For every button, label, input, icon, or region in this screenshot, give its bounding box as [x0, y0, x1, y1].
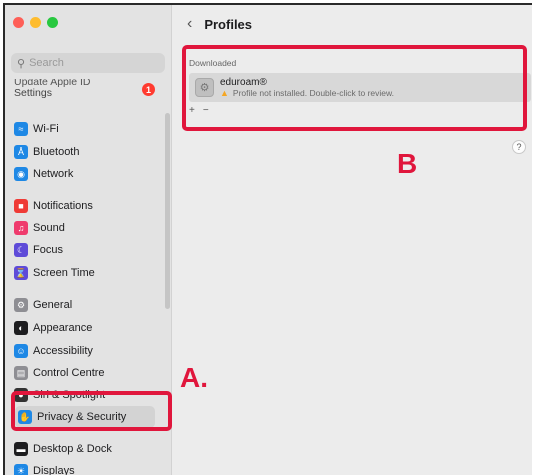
dock-icon: ▬ — [14, 442, 28, 456]
hourglass-icon: ⌛ — [14, 266, 28, 280]
notification-badge: 1 — [142, 83, 155, 96]
sidebar-item-label: Desktop & Dock — [33, 443, 112, 455]
control-centre-icon: ▤ — [14, 366, 28, 380]
sidebar-item-label: Network — [33, 168, 74, 180]
apple-id-update-subtitle: Settings — [14, 87, 52, 99]
wifi-icon: ≈ — [14, 122, 28, 136]
sidebar-scrollbar[interactable] — [165, 113, 170, 309]
close-button[interactable] — [13, 17, 24, 28]
sidebar-item-label: Sound — [33, 222, 65, 234]
sidebar-item-focus[interactable]: ☾ Focus — [14, 240, 63, 260]
sidebar-item-label: Appearance — [33, 322, 93, 334]
sidebar-item-wifi[interactable]: ≈ Wi-Fi — [14, 119, 59, 139]
sidebar-item-control-centre[interactable]: ▤ Control Centre — [14, 363, 105, 383]
sidebar-item-label: Accessibility — [33, 345, 93, 357]
annotation-label-b: B — [397, 148, 418, 179]
window-controls — [13, 17, 58, 28]
appearance-icon: ◐ — [14, 321, 28, 335]
apple-id-update-title: Update Apple ID — [14, 79, 91, 87]
sidebar-item-label: General — [33, 299, 73, 311]
bell-icon: ■ — [14, 199, 28, 213]
sidebar-item-label: Displays — [33, 465, 75, 475]
sidebar-item-screen-time[interactable]: ⌛ Screen Time — [14, 263, 95, 283]
search-input[interactable] — [29, 57, 160, 69]
sidebar-item-appearance[interactable]: ◐ Appearance — [14, 318, 92, 338]
zoom-button[interactable] — [47, 17, 58, 28]
speaker-icon: ♫ — [14, 221, 28, 235]
sidebar-item-sound[interactable]: ♫ Sound — [14, 218, 65, 238]
annotation-label-a: A. — [180, 362, 208, 393]
bluetooth-icon: Å — [14, 145, 28, 159]
annotation-box-b — [182, 45, 527, 131]
minimize-button[interactable] — [30, 17, 41, 28]
sun-icon: ☀ — [14, 464, 28, 475]
sidebar-item-label: Focus — [33, 244, 63, 256]
sidebar-item-bluetooth[interactable]: Å Bluetooth — [14, 142, 79, 162]
sidebar-item-network[interactable]: ◉ Network — [14, 164, 73, 184]
help-button[interactable]: ? — [512, 140, 526, 154]
titlebar: ‹ Profiles — [173, 5, 532, 43]
sidebar-item-notifications[interactable]: ■ Notifications — [14, 196, 93, 216]
sidebar-item-label: Notifications — [33, 200, 93, 212]
accessibility-icon: ☺ — [14, 344, 28, 358]
sidebar-item-label: Wi-Fi — [33, 123, 59, 135]
sidebar-item-displays[interactable]: ☀ Displays — [14, 461, 75, 475]
search-icon: ⚲ — [17, 57, 26, 70]
sidebar-item-label: Control Centre — [33, 367, 105, 379]
sidebar-item-accessibility[interactable]: ☺ Accessibility — [14, 341, 93, 361]
annotation-box-a — [11, 391, 172, 431]
gear-icon: ⚙ — [14, 298, 28, 312]
sidebar-item-label: Bluetooth — [33, 146, 80, 158]
moon-icon: ☾ — [14, 243, 28, 257]
search-field[interactable]: ⚲ — [11, 53, 165, 73]
globe-icon: ◉ — [14, 167, 28, 181]
sidebar-item-label: Screen Time — [33, 267, 95, 279]
back-icon[interactable]: ‹ — [187, 15, 192, 33]
page-title: Profiles — [204, 16, 253, 32]
sidebar-item-general[interactable]: ⚙ General — [14, 295, 72, 315]
sidebar-item-desktop-dock[interactable]: ▬ Desktop & Dock — [14, 439, 112, 459]
